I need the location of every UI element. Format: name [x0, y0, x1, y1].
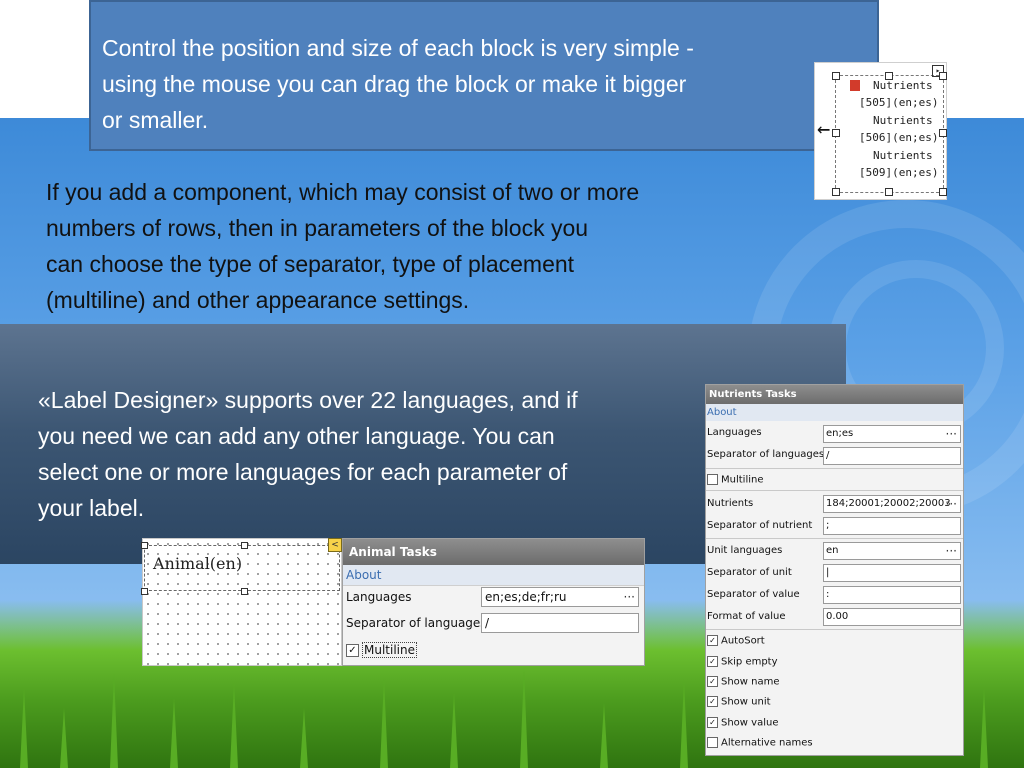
resize-handle[interactable] [939, 129, 947, 137]
block-line: [509](en;es) [859, 166, 939, 179]
show-name-label: Show name [721, 676, 780, 688]
languages-field[interactable]: en;es ··· [823, 425, 961, 443]
block-preview[interactable]: ← ▸ Nutrients [505](en;es) Nutrients [50… [814, 62, 947, 200]
animal-tasks-panel: Animal Tasks About Languages en;es;de;fr… [342, 538, 645, 666]
skip-empty-checkbox[interactable]: ✓ [707, 656, 718, 667]
divider [706, 468, 963, 469]
block-marker-icon [850, 80, 860, 91]
languages-note-text: «Label Designer» supports over 22 langua… [38, 387, 578, 521]
unit-languages-value: en [826, 545, 839, 556]
show-value-checkbox-row[interactable]: ✓ Show value [707, 717, 778, 729]
languages-value: en;es [826, 428, 854, 439]
resize-handle[interactable] [141, 588, 148, 595]
languages-label: Languages [707, 427, 762, 438]
ellipsis-button[interactable]: ··· [946, 543, 957, 559]
show-unit-checkbox-row[interactable]: ✓ Show unit [707, 696, 771, 708]
separator-languages-value: / [826, 450, 830, 461]
separator-languages-field[interactable]: / [481, 613, 639, 633]
show-unit-label: Show unit [721, 696, 771, 708]
multiline-label: Multiline [721, 474, 764, 486]
separator-nutrient-field[interactable]: ; [823, 517, 961, 535]
languages-field[interactable]: en;es;de;fr;ru ··· [481, 587, 639, 607]
separator-nutrient-value: ; [826, 520, 830, 531]
panel-title: Nutrients Tasks [706, 385, 963, 404]
block-line: Nutrients [873, 79, 933, 92]
multiline-checkbox[interactable] [707, 474, 718, 485]
separator-languages-label: Separator of languages [346, 616, 487, 630]
skip-empty-label: Skip empty [721, 656, 778, 668]
block-label: Animal(en) [153, 554, 243, 573]
unit-languages-field[interactable]: en ··· [823, 542, 961, 560]
block-line: [506](en;es) [859, 131, 939, 144]
smart-tag-icon[interactable]: < [328, 538, 342, 552]
show-name-checkbox[interactable]: ✓ [707, 676, 718, 687]
languages-label: Languages [346, 590, 412, 604]
autosort-checkbox-row[interactable]: ✓ AutoSort [707, 635, 765, 647]
resize-handle[interactable] [141, 542, 148, 549]
separator-languages-field[interactable]: / [823, 447, 961, 465]
about-link[interactable]: About [343, 565, 644, 586]
resize-handle[interactable] [241, 542, 248, 549]
divider [706, 490, 963, 491]
languages-value: en;es;de;fr;ru [485, 590, 567, 604]
multiline-checkbox[interactable]: ✓ [346, 644, 359, 657]
resize-handle[interactable] [832, 72, 840, 80]
nutrients-value: 184;20001;20002;20003 [826, 498, 951, 509]
resize-handle[interactable] [885, 188, 893, 196]
resize-handle[interactable] [939, 188, 947, 196]
show-value-label: Show value [721, 717, 779, 729]
resize-handle[interactable] [241, 588, 248, 595]
multiline-checkbox-row[interactable]: ✓ Multiline [346, 642, 417, 658]
multiline-checkbox-row[interactable]: Multiline [707, 474, 764, 486]
resize-handle[interactable] [832, 129, 840, 137]
separator-value-label: Separator of value [707, 589, 800, 600]
alternative-names-checkbox[interactable] [707, 737, 718, 748]
separator-unit-label: Separator of unit [707, 567, 792, 578]
separator-value-value: : [826, 589, 830, 600]
nutrients-field[interactable]: 184;20001;20002;20003 ··· [823, 495, 961, 513]
separator-unit-value: | [826, 567, 830, 578]
nutrients-label: Nutrients [707, 498, 754, 509]
show-unit-checkbox[interactable]: ✓ [707, 696, 718, 707]
alternative-names-checkbox-row[interactable]: Alternative names [707, 737, 813, 749]
divider [706, 538, 963, 539]
alternative-names-label: Alternative names [721, 737, 813, 749]
middle-note-text: If you add a component, which may consis… [46, 179, 640, 313]
separator-unit-field[interactable]: | [823, 564, 961, 582]
ellipsis-button[interactable]: ··· [946, 426, 957, 442]
multiline-label: Multiline [362, 642, 417, 658]
format-value-value: 0.00 [826, 611, 849, 622]
skip-empty-checkbox-row[interactable]: ✓ Skip empty [707, 656, 778, 668]
ellipsis-button[interactable]: ··· [946, 496, 957, 512]
separator-languages-value: / [485, 616, 490, 630]
separator-languages-label: Separator of languages [707, 449, 825, 460]
nutrients-tasks-panel: Nutrients Tasks About Languages en;es ··… [705, 384, 964, 756]
autosort-checkbox[interactable]: ✓ [707, 635, 718, 646]
block-line: Nutrients [873, 149, 933, 162]
about-link[interactable]: About [706, 404, 963, 421]
separator-nutrient-label: Separator of nutrient [707, 520, 813, 531]
separator-value-field[interactable]: : [823, 586, 961, 604]
format-value-label: Format of value [707, 611, 786, 622]
show-value-checkbox[interactable]: ✓ [707, 717, 718, 728]
panel-title: Animal Tasks [343, 539, 644, 565]
resize-handle[interactable] [832, 188, 840, 196]
resize-handle[interactable] [939, 72, 947, 80]
ellipsis-button[interactable]: ··· [624, 588, 635, 606]
divider [706, 629, 963, 630]
block-line: [505](en;es) [859, 96, 939, 109]
left-arrow-icon: ← [817, 117, 831, 142]
format-value-field[interactable]: 0.00 [823, 608, 961, 626]
top-note-text: Control the position and size of each bl… [102, 35, 694, 133]
autosort-label: AutoSort [721, 635, 765, 647]
show-name-checkbox-row[interactable]: ✓ Show name [707, 676, 780, 688]
unit-languages-label: Unit languages [707, 545, 783, 556]
block-line: Nutrients [873, 114, 933, 127]
